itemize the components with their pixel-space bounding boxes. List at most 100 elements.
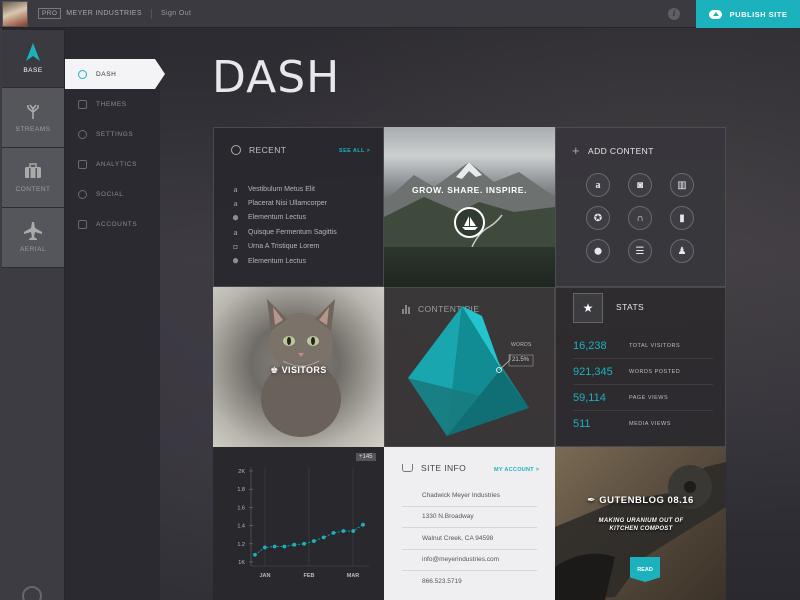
coffee-cup-icon	[402, 464, 413, 472]
film-reel-icon[interactable]: ✪	[586, 206, 610, 230]
ship-logo-icon	[454, 207, 485, 238]
clock-icon	[231, 145, 241, 155]
y-tick-label: 1.6	[237, 505, 245, 511]
gear-icon	[78, 129, 87, 139]
content-pie-tile: CONTENT PIE WORDS 21.5%	[384, 287, 555, 447]
stat-label: MEDIA VIEWS	[629, 421, 671, 427]
subnav-item-settings[interactable]: SETTINGS	[65, 119, 160, 149]
site-info-line: Walnut Creek, CA 94598	[402, 528, 537, 550]
pro-badge: PRO	[38, 8, 62, 19]
avatar[interactable]	[2, 0, 28, 27]
divider	[150, 8, 152, 19]
top-bar: PRO MEYER INDUSTRIES Sign Out	[0, 0, 800, 28]
see-all-link[interactable]: SEE ALL >	[339, 148, 370, 154]
list-item[interactable]: a Vestibulum Metus Elit	[232, 182, 337, 196]
x-tick-label: MAR	[347, 573, 360, 579]
site-info-tile: SITE INFO MY ACCOUNT > Chadwick Meyer In…	[384, 447, 555, 600]
site-info-list: Chadwick Meyer Industries 1330 N.Broadwa…	[402, 485, 537, 593]
briefcase-icon	[24, 162, 42, 180]
visitors-label: ♚ VISITORS	[270, 365, 327, 375]
data-point	[321, 535, 326, 540]
subnav-item-themes[interactable]: THEMES	[65, 89, 160, 119]
subnav-label: ANALYTICS	[96, 160, 138, 168]
info-icon[interactable]: i	[668, 8, 680, 20]
camera-icon[interactable]: ◙	[628, 173, 652, 197]
hero-tile[interactable]: GROW. SHARE. INSPIRE.	[384, 127, 555, 287]
recent-item-label: Elementum Lectus	[248, 257, 306, 265]
data-point	[331, 530, 336, 535]
book-icon[interactable]: ▥	[670, 173, 694, 197]
list-item[interactable]: a Quisque Fermentum Sagittis	[232, 225, 337, 239]
company-name: MEYER INDUSTRIES	[66, 10, 142, 17]
amazon-icon[interactable]: a	[586, 173, 610, 197]
y-tick-label: 1.4	[237, 524, 245, 530]
subnav-item-accounts[interactable]: ACCOUNTS	[65, 209, 160, 239]
star-icon: ★	[573, 293, 603, 323]
site-info-line: 1330 N.Broadway	[402, 507, 537, 528]
rail-item-base[interactable]: BASE	[2, 28, 64, 88]
data-point	[351, 529, 356, 533]
rail-item-streams[interactable]: STREAMS	[2, 88, 64, 148]
stat-label: WORDS POSTED	[629, 368, 681, 375]
share-icon	[78, 189, 87, 199]
stat-row: 921,345 WORDS POSTED	[573, 359, 713, 385]
y-tick-label: 1.8	[237, 487, 245, 493]
x-tick-label: FEB	[304, 573, 315, 579]
callout-value: 21.5%	[512, 357, 530, 363]
publish-site-button[interactable]: PUBLISH SITE	[696, 0, 800, 28]
my-account-link[interactable]: MY ACCOUNT >	[494, 467, 539, 473]
amazon-icon: a	[233, 184, 238, 194]
data-point	[302, 541, 306, 546]
list-item[interactable]: ⬤ Elementum Lectus	[232, 254, 337, 268]
headphones-icon[interactable]: ∩	[628, 206, 652, 230]
subnav-item-analytics[interactable]: ANALYTICS	[65, 149, 160, 179]
add-content-grid: a ◙ ▥ ✪ ∩ ▮ ⬤ ☰ ♟	[586, 173, 694, 263]
rail-label: STREAMS	[15, 126, 51, 133]
stat-value: 511	[573, 418, 591, 430]
site-info-title: SITE INFO	[421, 463, 467, 473]
amazon-icon: a	[233, 227, 238, 237]
subnav-item-social[interactable]: SOCIAL	[65, 179, 160, 209]
stat-value: 59,114	[573, 391, 606, 404]
secondary-sidebar: DASH THEMES SETTINGS ANALYTICS SOCIAL AC…	[65, 28, 165, 600]
rail-label: AERIAL	[19, 246, 47, 253]
line-chart: 1K 1.2 1.4 1.6 1.8 2K JAN FEB MAR	[237, 467, 369, 579]
rail-label: CONTENT	[15, 186, 51, 193]
subnav-label: THEMES	[96, 100, 127, 108]
sign-out-link[interactable]: Sign Out	[161, 10, 191, 17]
recent-title: RECENT	[249, 145, 287, 155]
data-point	[361, 522, 365, 527]
settings-knob-icon[interactable]	[22, 586, 42, 600]
rail-item-content[interactable]: CONTENT	[2, 148, 64, 208]
page-title: DASH	[212, 52, 341, 103]
publish-site-label: PUBLISH SITE	[729, 9, 788, 19]
read-button[interactable]: READ	[630, 557, 660, 582]
subnav-item-dash[interactable]: DASH	[65, 59, 165, 89]
recent-list: a Vestibulum Metus Elit a Placerat Nisi Ul…	[232, 182, 337, 268]
map-pin-icon: ⬤	[232, 259, 239, 265]
crosshair-icon	[78, 69, 87, 79]
recent-tile: RECENT SEE ALL > a Vestibulum Metus Elit …	[213, 127, 384, 287]
list-item[interactable]: ⬤ Elementum Lectus	[232, 211, 337, 225]
recent-item-label: Elementum Lectus	[248, 214, 306, 222]
map-pin-icon[interactable]: ⬤	[586, 239, 610, 263]
stat-value: 921,345	[573, 365, 613, 378]
list-icon[interactable]: ☰	[628, 239, 652, 263]
feather-icon: ✒	[587, 495, 597, 506]
x-tick-label: JAN	[259, 573, 270, 579]
list-item[interactable]: a Placerat Nisi Ullamcorper	[232, 196, 337, 210]
rail-item-aerial[interactable]: AERIAL	[2, 208, 64, 268]
plus-icon: +	[572, 143, 580, 158]
site-info-line: info@meyerindustries.com	[402, 550, 537, 571]
gutenblog-title: ✒ GUTENBLOG 08.16	[555, 495, 726, 506]
list-item[interactable]: ◘ Urna A Tristique Lorem	[232, 240, 337, 254]
data-point	[253, 552, 257, 557]
subnav-label: ACCOUNTS	[96, 220, 138, 228]
airplane-icon	[24, 222, 42, 240]
stat-label: TOTAL VISITORS	[629, 342, 681, 349]
document-icon[interactable]: ▮	[670, 206, 694, 230]
subnav-label: SETTINGS	[96, 130, 134, 138]
gutenblog-tile[interactable]: ✒ GUTENBLOG 08.16 MAKING URANIUM OUT OF …	[555, 447, 726, 600]
person-icon[interactable]: ♟	[670, 239, 694, 263]
visitors-tile[interactable]: ♚ VISITORS	[213, 287, 384, 447]
